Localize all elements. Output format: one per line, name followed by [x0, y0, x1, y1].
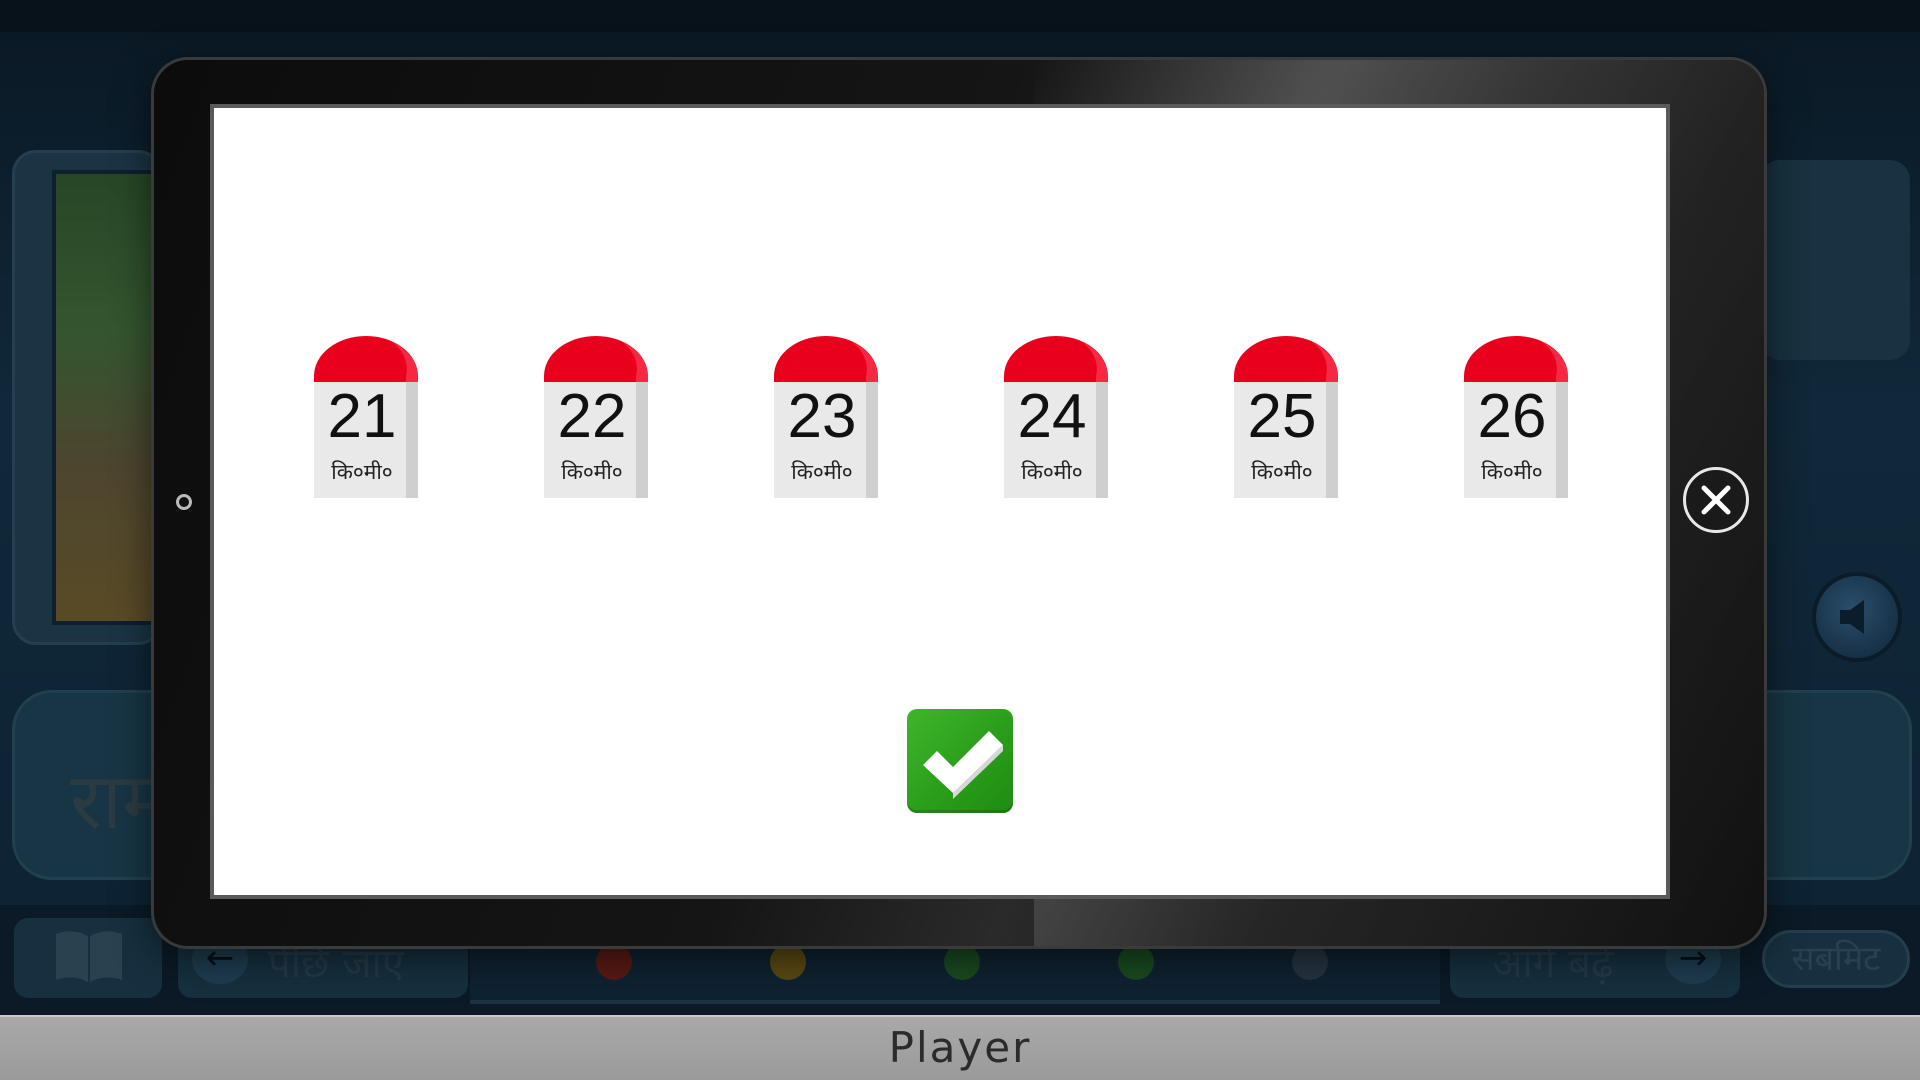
close-button[interactable]	[1683, 467, 1749, 533]
checkmark-icon	[923, 731, 1003, 799]
submit-button[interactable]: सबमिट	[1762, 930, 1910, 988]
check-submit-button[interactable]	[907, 709, 1013, 813]
story-illustration	[52, 170, 162, 625]
milestone-option[interactable]: 21 कि०मी०	[310, 336, 422, 498]
milestone-option[interactable]: 24 कि०मी०	[1000, 336, 1112, 498]
speaker-icon	[1840, 600, 1864, 634]
progress-dot	[596, 944, 632, 980]
top-bar	[0, 0, 1920, 32]
milestone-number: 21	[327, 382, 397, 451]
milestone-number: 23	[787, 382, 857, 451]
milestone-unit: कि०मी०	[561, 460, 623, 484]
milestone-number: 22	[557, 382, 627, 451]
milestone-option[interactable]: 26 कि०मी०	[1460, 336, 1572, 498]
progress-dot	[1118, 944, 1154, 980]
milestone-option[interactable]: 22 कि०मी०	[540, 336, 652, 498]
milestone-number: 25	[1247, 382, 1317, 451]
milestone-number: 26	[1477, 382, 1547, 451]
milestone-unit: कि०मी०	[1021, 460, 1083, 484]
progress-dot	[770, 944, 806, 980]
side-panel	[1760, 160, 1910, 360]
camera-icon	[176, 494, 192, 510]
milestone-unit: कि०मी०	[331, 460, 393, 484]
milestone-number: 24	[1017, 382, 1087, 451]
milestone-unit: कि०मी०	[791, 460, 853, 484]
progress-dot	[944, 944, 980, 980]
book-icon	[56, 931, 122, 982]
milestone-option[interactable]: 23 कि०मी०	[770, 336, 882, 498]
close-icon	[1701, 485, 1731, 515]
progress-dot	[1292, 944, 1328, 980]
milestone-unit: कि०मी०	[1481, 460, 1543, 484]
milestone-option[interactable]: 25 कि०मी०	[1230, 336, 1342, 498]
player-bar: Player	[0, 1015, 1920, 1080]
milestone-unit: कि०मी०	[1251, 460, 1313, 484]
player-title: Player	[888, 1023, 1032, 1072]
